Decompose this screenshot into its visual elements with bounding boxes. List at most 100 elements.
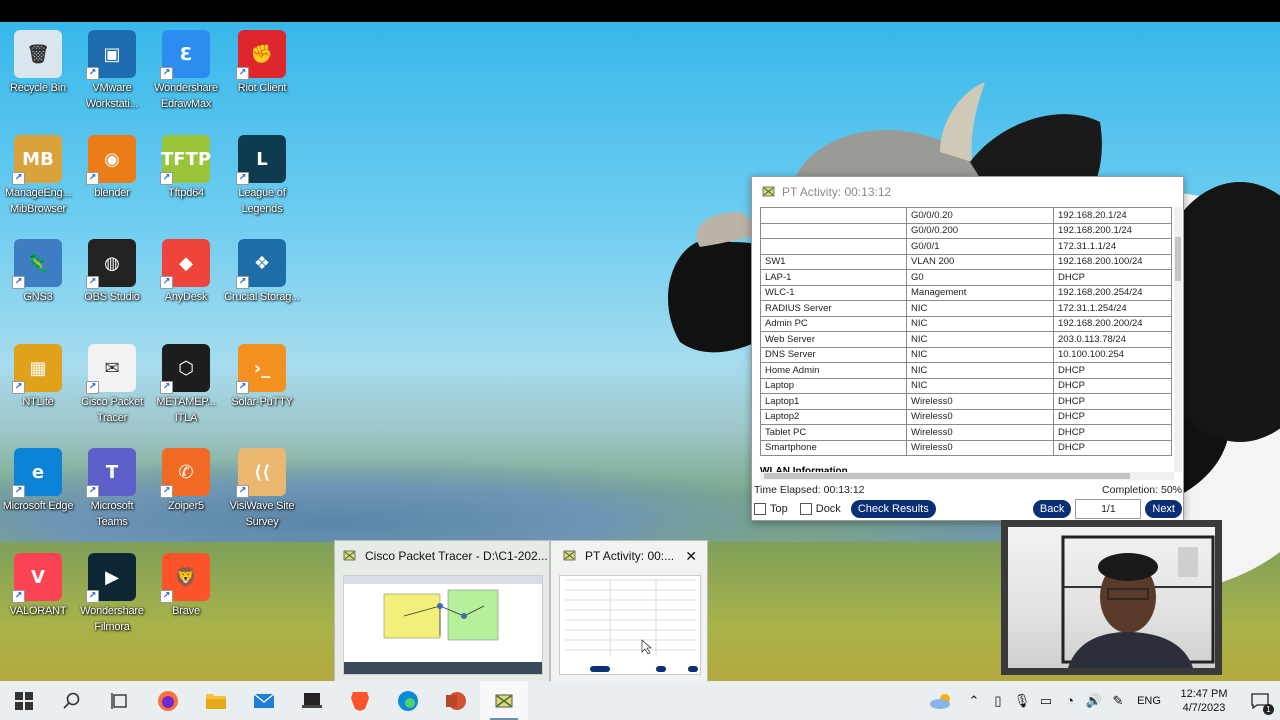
taskbar-powerpoint[interactable] xyxy=(432,681,480,720)
desktop-icon-zoiper5[interactable]: ✆ ↗ Zoiper5 xyxy=(148,444,224,544)
desktop-icon-crucial-storag[interactable]: ❖ ↗ Crucial Storag... xyxy=(224,235,300,335)
app-icon: ◉ ↗ xyxy=(86,135,136,185)
notification-center-button[interactable]: 1 xyxy=(1240,681,1280,720)
top-checkbox[interactable] xyxy=(754,503,766,515)
desktop-icon-label: METAMEP... ITLA xyxy=(156,396,216,424)
desktop-icon-obs-studio[interactable]: ◍ ↗ OBS Studio xyxy=(74,235,150,335)
next-button[interactable]: Next xyxy=(1145,500,1182,518)
desktop-icon-brave[interactable]: 🦁 ↗ Brave xyxy=(148,549,224,649)
shortcut-arrow-icon: ↗ xyxy=(12,485,25,498)
desktop-icon-visiwave-site-survey[interactable]: ⟨⟨ ↗ VisiWave Site Survey xyxy=(224,444,300,544)
language-indicator[interactable]: ENG xyxy=(1130,695,1168,707)
preview-packet-tracer[interactable]: Cisco Packet Tracer - D:\C1-202... xyxy=(334,540,550,681)
back-button[interactable]: Back xyxy=(1032,500,1072,518)
taskbar-mail[interactable] xyxy=(240,681,288,720)
pt-activity-titlebar[interactable]: PT Activity: 00:13:12 xyxy=(752,177,1183,207)
taskbar-packet-tracer[interactable] xyxy=(480,681,528,720)
addressing-table-viewport[interactable]: G0/0/0.20 192.168.20.1/24 G0/0/0.200 192.16… xyxy=(760,207,1174,472)
task-view-button[interactable] xyxy=(96,681,144,720)
check-results-button[interactable]: Check Results xyxy=(850,500,936,518)
preview-packet-tracer-title: Cisco Packet Tracer - D:\C1-202... xyxy=(365,549,548,563)
desktop-icon-anydesk[interactable]: ◆ ↗ AnyDesk xyxy=(148,235,224,335)
microphone-icon[interactable]: 🎙 xyxy=(1010,693,1034,709)
table-row: Smartphone Wireless0 DHCP xyxy=(760,439,1172,456)
preview-pt-activity-thumbnail[interactable] xyxy=(559,575,701,675)
table-row: Home Admin NIC DHCP xyxy=(760,362,1172,379)
desktop-icon-metamep-itla[interactable]: ⬡ ↗ METAMEP... ITLA xyxy=(148,340,224,440)
desktop-icon-cisco-packet-tracer[interactable]: ✉ ↗ Cisco Packet Tracer xyxy=(74,340,150,440)
shortcut-arrow-icon: ↗ xyxy=(160,276,173,289)
preview-pt-activity[interactable]: PT Activity: 00:... ✕ xyxy=(550,540,708,681)
phone-link-icon[interactable]: ▯ xyxy=(986,693,1010,709)
close-icon[interactable]: ✕ xyxy=(685,548,697,565)
taskbar-terminal-app[interactable] xyxy=(288,681,336,720)
desktop-icon-tftpd64[interactable]: TFTP ↗ Tftpd64 xyxy=(148,131,224,231)
horizontal-scroll-thumb[interactable] xyxy=(764,473,1130,479)
shortcut-arrow-icon: ↗ xyxy=(236,485,249,498)
pen-icon[interactable]: ✎ xyxy=(1106,693,1130,709)
desktop-icon-riot-client[interactable]: ✊ ↗ Riot Client xyxy=(224,26,300,126)
horizontal-scrollbar[interactable] xyxy=(760,472,1174,480)
desktop-icon-manageeng-mibbrowser[interactable]: MB ↗ ManageEng... MibBrowser xyxy=(0,131,76,231)
packet-tracer-icon xyxy=(343,550,356,561)
desktop-icon-microsoft-teams[interactable]: T ↗ Microsoft Teams xyxy=(74,444,150,544)
taskbar-firefox[interactable] xyxy=(144,681,192,720)
desktop-icon-label: AnyDesk xyxy=(164,291,208,303)
wifi-icon[interactable]: ◔ xyxy=(1058,693,1082,708)
dock-checkbox[interactable] xyxy=(799,503,812,515)
clock[interactable]: 12:47 PM 4/7/2023 xyxy=(1168,687,1240,715)
device-cell xyxy=(760,222,907,239)
desktop-icon-solar-putty[interactable]: ›_ ↗ Solar-PuTTY xyxy=(224,340,300,440)
vertical-scrollbar[interactable] xyxy=(1174,207,1182,472)
windows-logo-icon xyxy=(15,691,33,710)
address-cell: DHCP xyxy=(1053,408,1172,425)
chevron-up-icon[interactable]: ⌃ xyxy=(962,693,986,709)
desktop-icon-gns3[interactable]: 🦎 ↗ GNS3 xyxy=(0,235,76,335)
device-cell: WLC-1 xyxy=(760,284,907,301)
vertical-scroll-thumb[interactable] xyxy=(1175,237,1181,281)
taskbar-file-explorer[interactable] xyxy=(192,681,240,720)
page-indicator-field[interactable]: 1/1 xyxy=(1075,499,1142,519)
desktop-icon-recycle-bin[interactable]: 🗑 Recycle Bin xyxy=(0,26,76,126)
app-icon: ✆ ↗ xyxy=(160,448,210,498)
desktop-icon-label: ManageEng... MibBrowser xyxy=(4,187,72,215)
device-cell: Home Admin xyxy=(760,362,907,379)
interface-cell: G0/0/0.20 xyxy=(906,207,1054,224)
shortcut-arrow-icon: ↗ xyxy=(236,172,249,185)
table-row: Tablet PC Wireless0 DHCP xyxy=(760,424,1172,441)
desktop-icon-label: Wondershare EdrawMax xyxy=(154,82,218,110)
taskbar-brave[interactable] xyxy=(336,681,384,720)
volume-icon[interactable]: 🔊 xyxy=(1082,693,1106,709)
weather-widget[interactable] xyxy=(922,681,962,720)
interface-cell: Wireless0 xyxy=(906,393,1054,410)
desktop-icon-label: GNS3 xyxy=(23,291,53,303)
webcam-person xyxy=(1061,535,1215,668)
shortcut-arrow-icon: ↗ xyxy=(160,381,173,394)
desktop-icon-blender[interactable]: ◉ ↗ blender xyxy=(74,131,150,231)
preview-pt-activity-title: PT Activity: 00:... xyxy=(585,549,675,563)
desktop-icon-label: Tftpd64 xyxy=(168,187,204,199)
top-label: Top xyxy=(770,503,788,515)
desktop-icon-ntlite[interactable]: ▦ ↗ NTLite xyxy=(0,340,76,440)
desktop-icon-valorant[interactable]: V ↗ VALORANT xyxy=(0,549,76,649)
desktop-icon-vmware-workstati[interactable]: ▣ ↗ VMware Workstati... xyxy=(74,26,150,126)
table-row: Web Server NIC 203.0.113.78/24 xyxy=(760,331,1172,348)
preview-packet-tracer-thumbnail[interactable] xyxy=(343,575,543,675)
search-button[interactable] xyxy=(48,681,96,720)
shortcut-arrow-icon: ↗ xyxy=(12,381,25,394)
pt-activity-thumbnail-table xyxy=(564,579,698,672)
pt-activity-window[interactable]: PT Activity: 00:13:12 G0/0/0.20 192.168.2… xyxy=(751,176,1184,521)
address-cell: 172.31.1.254/24 xyxy=(1053,300,1172,317)
desktop[interactable]: 🗑 Recycle Bin ▣ ↗ VMware Workstati... Ɛ ↗ Wonde… xyxy=(0,22,1280,681)
desktop-icon-label: Crucial Storag... xyxy=(224,291,300,303)
desktop-icon-league-of-legends[interactable]: L ↗ League of Legends xyxy=(224,131,300,231)
desktop-icon-wondershare-edrawmax[interactable]: Ɛ ↗ Wondershare EdrawMax xyxy=(148,26,224,126)
desktop-icon-wondershare-filmora[interactable]: ▶ ↗ Wondershare Filmora xyxy=(74,549,150,649)
desktop-icon-microsoft-edge[interactable]: e ↗ Microsoft Edge xyxy=(0,444,76,544)
app-icon: ▦ ↗ xyxy=(12,344,62,394)
app-icon: MB ↗ xyxy=(12,135,62,185)
app-icon: ✊ ↗ xyxy=(236,30,286,80)
taskbar-edge[interactable] xyxy=(384,681,432,720)
start-button[interactable] xyxy=(0,681,48,720)
battery-icon[interactable]: ▭ xyxy=(1034,693,1058,709)
